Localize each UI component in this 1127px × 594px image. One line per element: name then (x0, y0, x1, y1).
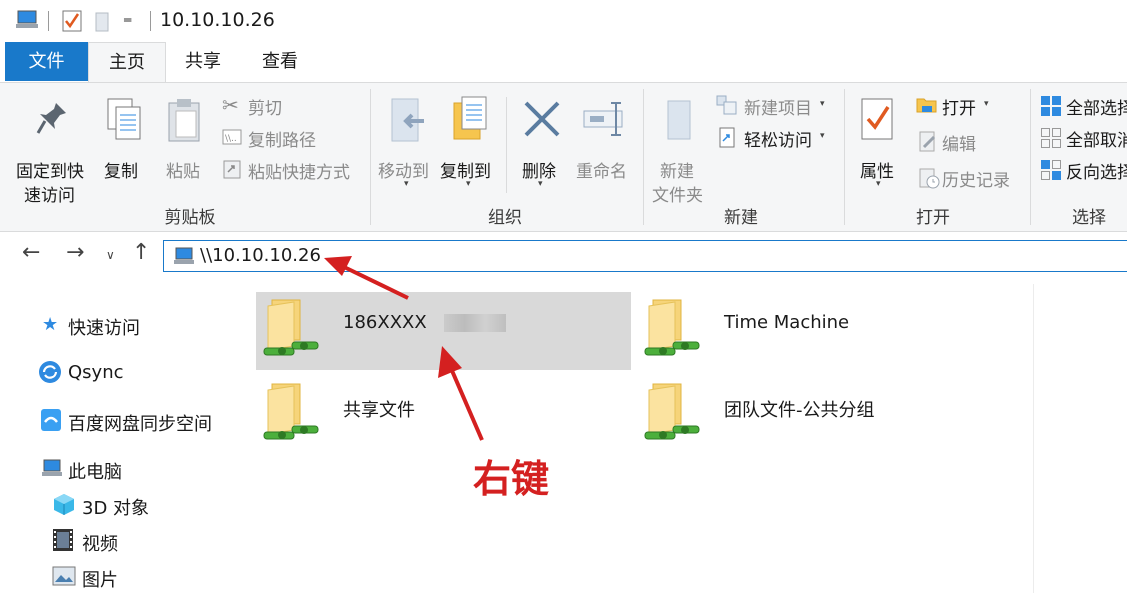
red-arrow-to-item (438, 346, 484, 441)
red-arrow-to-address (324, 256, 409, 300)
annotation-layer (324, 256, 484, 441)
annotation-label: 右键 (473, 457, 550, 501)
